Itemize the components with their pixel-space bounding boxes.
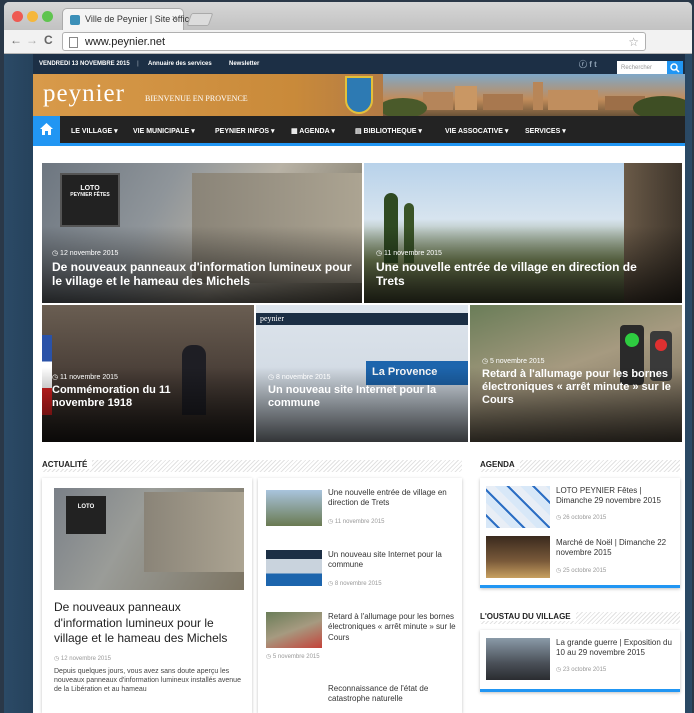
actualite-heading: ACTUALITÉ: [42, 460, 462, 472]
current-date: VENDREDI 13 NOVEMBRE 2015: [39, 61, 130, 67]
favicon-icon: [70, 15, 80, 25]
article-title[interactable]: Reconnaissance de l'état de catastrophe …: [328, 684, 456, 705]
slide-date: ◷ 5 novembre 2015: [482, 358, 545, 365]
close-window-button[interactable]: [12, 11, 23, 22]
slide-date: ◷ 12 novembre 2015: [52, 250, 119, 257]
search-input[interactable]: Rechercher: [617, 61, 667, 75]
article-list-card: Une nouvelle entrée de village en direct…: [258, 478, 462, 713]
main-navigation: LE VILLAGE ▾ VIE MUNICIPALE ▾ PEYNIER IN…: [33, 116, 685, 146]
sign-loto-text: LOTO: [77, 504, 95, 510]
slide-title[interactable]: Retard à l'allumage pour les bornes élec…: [482, 368, 677, 408]
article-title[interactable]: Retard à l'allumage pour les bornes élec…: [328, 612, 456, 643]
site-banner: peynier BIENVENUE EN PROVENCE: [33, 74, 685, 116]
article-thumbnail[interactable]: [266, 612, 322, 648]
sign-loto-text: LOTO: [80, 185, 100, 192]
url-text: www.peynier.net: [85, 36, 166, 48]
article-thumbnail[interactable]: [266, 550, 322, 586]
social-icons[interactable]: ⓡ f t: [579, 59, 597, 70]
reload-button[interactable]: C: [44, 33, 53, 47]
nav-le-village[interactable]: LE VILLAGE ▾: [71, 127, 118, 135]
featured-article-title[interactable]: De nouveaux panneaux d'information lumin…: [54, 600, 244, 647]
maximize-window-button[interactable]: [42, 11, 53, 22]
oustau-date: ◷ 23 octobre 2015: [556, 667, 607, 673]
nav-bibliotheque[interactable]: ▤ BIBLIOTHEQUE ▾: [355, 127, 422, 135]
agenda-date: ◷ 25 octobre 2015: [556, 568, 607, 574]
annuaire-link[interactable]: Annuaire des services: [148, 61, 212, 67]
article-title[interactable]: Une nouvelle entrée de village en direct…: [328, 488, 456, 509]
site-tagline: BIENVENUE EN PROVENCE: [145, 94, 248, 103]
oustau-thumbnail[interactable]: [486, 638, 550, 680]
loto-sign-image: LOTO PEYNIER FÊTES: [60, 173, 120, 227]
nav-vie-associative[interactable]: VIE ASSOCATIVE ▾: [445, 127, 508, 135]
slide-bornes[interactable]: ◷ 5 novembre 2015 Retard à l'allumage po…: [470, 305, 682, 442]
loto-sign-image: LOTO: [66, 496, 106, 534]
featured-article-card[interactable]: LOTO De nouveaux panneaux d'information …: [42, 478, 252, 713]
nav-services[interactable]: SERVICES ▾: [525, 127, 566, 135]
green-light-icon: [625, 333, 639, 347]
slide-date: ◷ 11 novembre 2015: [376, 250, 442, 257]
article-date: ◷ 8 novembre 2015: [328, 581, 382, 587]
newsletter-link[interactable]: Newsletter: [229, 61, 259, 67]
home-icon: [40, 123, 53, 135]
site-logo[interactable]: peynier: [43, 80, 125, 108]
page-container: VENDREDI 13 NOVEMBRE 2015 | Annuaire des…: [33, 54, 685, 713]
agenda-thumbnail[interactable]: [486, 486, 550, 528]
bookmark-star-icon[interactable]: ☆: [628, 35, 639, 49]
agenda-title[interactable]: Marché de Noël | Dimanche 22 novembre 20…: [556, 538, 676, 559]
tab-bar: Ville de Peynier | Site offic ×: [4, 2, 692, 30]
article-date: ◷ 11 novembre 2015: [328, 519, 385, 525]
slide-commemoration[interactable]: ◷ 11 novembre 2015 Commémoration du 11 n…: [42, 305, 254, 442]
website-viewport: VENDREDI 13 NOVEMBRE 2015 | Annuaire des…: [4, 54, 692, 713]
search-button[interactable]: [667, 61, 683, 75]
address-bar[interactable]: www.peynier.net ☆: [62, 32, 646, 51]
village-skyline-image: [379, 82, 685, 116]
featured-article-date: ◷ 12 novembre 2015: [54, 656, 111, 662]
village-crest-icon: [345, 76, 373, 114]
nav-vie-municipale[interactable]: VIE MUNICIPALE ▾: [133, 127, 195, 135]
top-bar: VENDREDI 13 NOVEMBRE 2015 | Annuaire des…: [33, 54, 685, 75]
search-icon: [670, 63, 680, 73]
article-thumbnail[interactable]: [266, 490, 322, 526]
minimize-window-button[interactable]: [27, 11, 38, 22]
tab-close-icon[interactable]: ×: [172, 13, 177, 23]
red-light-icon: [655, 339, 667, 351]
back-button[interactable]: ←: [10, 33, 22, 47]
oustau-heading: L'OUSTAU DU VILLAGE: [480, 612, 680, 624]
village-panorama: [379, 74, 685, 116]
article-date: ◷ 5 novembre 2015: [266, 654, 320, 660]
agenda-card: LOTO PEYNIER Fêtes | Dimanche 29 novembr…: [480, 478, 680, 588]
agenda-date: ◷ 26 octobre 2015: [556, 515, 607, 521]
slide-date: ◷ 8 novembre 2015: [268, 374, 331, 381]
browser-tab[interactable]: Ville de Peynier | Site offic ×: [62, 8, 189, 30]
nav-agenda[interactable]: ▦ AGENDA ▾: [291, 127, 335, 135]
featured-article-image[interactable]: LOTO: [54, 488, 244, 590]
sign-peynier-text: PEYNIER FÊTES: [70, 192, 110, 198]
slide-title[interactable]: Commémoration du 11 novembre 1918: [52, 384, 202, 410]
browser-toolbar: ← → C www.peynier.net ☆: [4, 30, 692, 54]
separator: |: [137, 61, 139, 67]
agenda-thumbnail[interactable]: [486, 536, 550, 578]
featured-article-excerpt: Depuis quelques jours, vous avez sans do…: [54, 668, 241, 694]
oustau-title[interactable]: La grande guerre | Exposition du 10 au 2…: [556, 638, 676, 659]
slide-date: ◷ 11 novembre 2015: [52, 374, 118, 381]
slide-site-internet[interactable]: peynier La Provence ◷ 8 novembre 2015 Un…: [256, 305, 468, 442]
slide-title[interactable]: De nouveaux panneaux d'information lumin…: [52, 260, 352, 289]
slide-panneaux[interactable]: LOTO PEYNIER FÊTES ◷ 12 novembre 2015 De…: [42, 163, 362, 303]
oustau-card: La grande guerre | Exposition du 10 au 2…: [480, 630, 680, 692]
slide-title[interactable]: Une nouvelle entrée de village en direct…: [376, 260, 666, 289]
slide-title[interactable]: Un nouveau site Internet pour la commune: [268, 384, 448, 410]
article-title[interactable]: Un nouveau site Internet pour la commune: [328, 550, 456, 571]
building-image: [144, 492, 244, 572]
browser-window: Ville de Peynier | Site offic × ← → C ww…: [4, 2, 692, 713]
home-button[interactable]: [33, 116, 60, 146]
forward-button[interactable]: →: [26, 33, 38, 47]
agenda-heading: AGENDA: [480, 460, 680, 472]
site-screenshot-header: peynier: [256, 313, 468, 325]
slide-entree-village[interactable]: ◷ 11 novembre 2015 Une nouvelle entrée d…: [364, 163, 682, 303]
new-tab-button[interactable]: [186, 13, 214, 26]
agenda-title[interactable]: LOTO PEYNIER Fêtes | Dimanche 29 novembr…: [556, 486, 676, 507]
page-icon: [69, 37, 78, 48]
nav-peynier-infos[interactable]: PEYNIER INFOS ▾: [215, 127, 275, 135]
